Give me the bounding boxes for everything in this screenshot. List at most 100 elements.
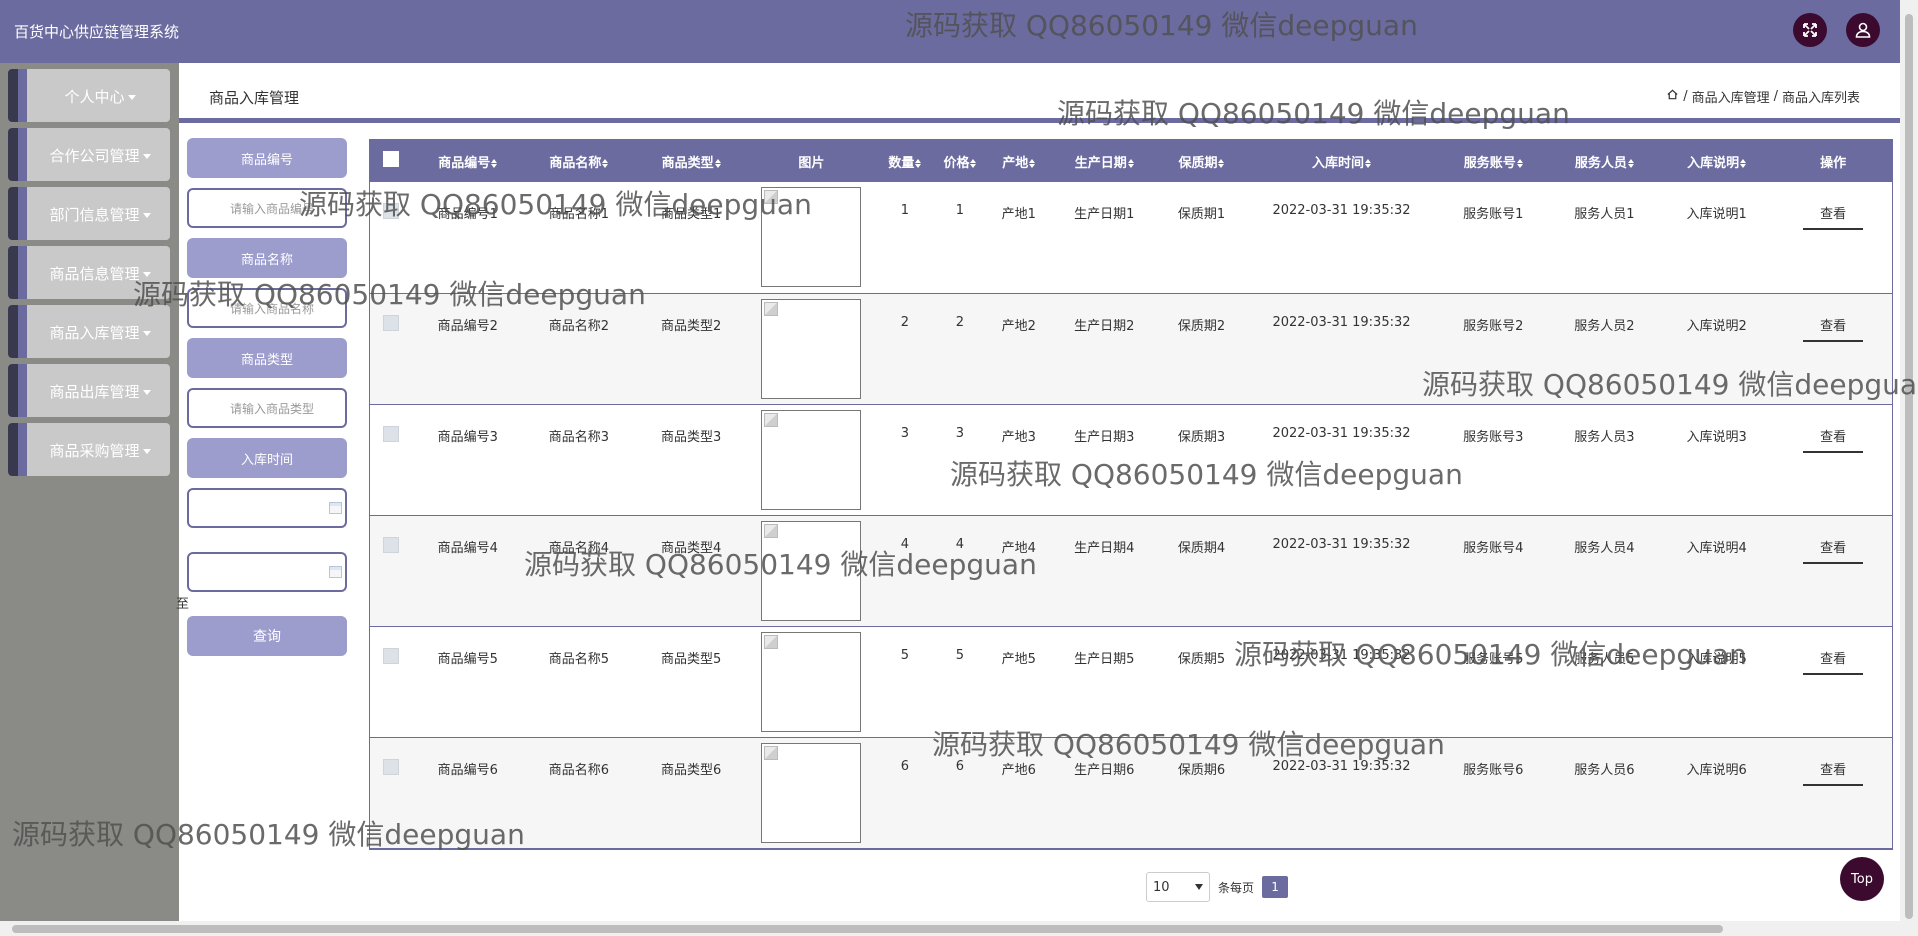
row-checkbox[interactable] — [383, 647, 400, 664]
chevron-down-icon — [142, 272, 151, 277]
column-header[interactable]: 价格 — [934, 140, 986, 182]
start-date-input[interactable] — [187, 488, 347, 528]
row-checkbox[interactable] — [383, 536, 400, 553]
table-cell: 产地4 — [1001, 540, 1036, 556]
product-image — [761, 742, 862, 843]
table-cell: 商品名称4 — [548, 540, 610, 556]
table-cell: 服务账号1 — [1463, 207, 1524, 222]
table-row: 商品编号5 商品名称5 商品类型5 5 5 产地5 生产日期5 保质期5 2022-03-31 … — [370, 626, 1892, 737]
view-button[interactable]: 查看 — [1803, 426, 1864, 453]
name-label: 商品名称 — [187, 238, 347, 278]
sidebar-item-partner-company[interactable]: 合作公司管理 — [8, 128, 170, 181]
table-cell: 服务账号2 — [1463, 318, 1524, 334]
time-label: 入库时间 — [187, 438, 347, 478]
home-icon[interactable] — [1666, 88, 1679, 105]
table-cell: 商品名称3 — [548, 429, 610, 445]
view-button[interactable]: 查看 — [1803, 537, 1864, 564]
table-row: 商品编号3 商品名称3 商品类型3 3 3 产地3 生产日期3 保质期3 2022-03-31 … — [370, 404, 1892, 515]
sidebar-item-label: 商品采购管理 — [49, 442, 140, 460]
sort-icon — [1740, 158, 1747, 168]
column-header[interactable]: 生产日期 — [1051, 140, 1157, 182]
page-title: 商品入库管理 — [209, 89, 300, 107]
end-date-input[interactable] — [187, 552, 347, 592]
view-button[interactable]: 查看 — [1803, 759, 1864, 786]
table-cell: 2022-03-31 19:35:32 — [1272, 647, 1411, 663]
product-image — [761, 298, 862, 399]
type-input[interactable]: 请输入商品类型 — [187, 388, 347, 428]
vertical-scrollbar[interactable] — [1900, 0, 1918, 936]
table-cell: 商品类型4 — [661, 540, 722, 556]
sidebar-item-product-inbound[interactable]: 商品入库管理 — [8, 305, 170, 358]
column-header[interactable]: 服务人员 — [1549, 140, 1659, 182]
chevron-down-icon — [1195, 884, 1203, 890]
sidebar-item-label: 商品出库管理 — [49, 383, 140, 401]
sidebar-item-label: 个人中心 — [64, 88, 125, 106]
row-checkbox[interactable] — [383, 203, 400, 219]
product-image — [761, 187, 862, 287]
table-cell: 服务人员4 — [1574, 540, 1635, 556]
table-cell: 服务人员1 — [1574, 207, 1635, 222]
column-header[interactable]: 产地 — [985, 140, 1052, 182]
table-cell: 生产日期1 — [1074, 207, 1135, 222]
row-checkbox[interactable] — [383, 758, 400, 775]
chevron-down-icon — [142, 213, 151, 218]
search-button[interactable]: 查询 — [187, 616, 347, 656]
sidebar-item-product-purchase[interactable]: 商品采购管理 — [8, 423, 170, 476]
chevron-down-icon — [142, 449, 151, 454]
column-header[interactable]: 服务账号 — [1436, 140, 1550, 182]
column-header[interactable]: 入库时间 — [1246, 140, 1437, 182]
per-page-label: 条每页 — [1218, 880, 1255, 895]
table-cell: 保质期3 — [1177, 429, 1226, 445]
page-size-select[interactable]: 10 — [1146, 872, 1210, 902]
sort-icon — [1627, 158, 1634, 168]
name-input[interactable]: 请输入商品名称 — [187, 288, 347, 328]
table-cell: 服务人员2 — [1574, 318, 1635, 334]
top-header: 百货中心供应链管理系统 — [0, 0, 1900, 63]
user-avatar-icon[interactable] — [1846, 13, 1880, 47]
table-cell: 服务人员3 — [1574, 429, 1635, 445]
breadcrumb-item-current: 商品入库列表 — [1781, 91, 1860, 106]
column-header[interactable]: 数量 — [875, 140, 935, 182]
table-cell: 生产日期5 — [1074, 651, 1135, 667]
table-cell: 保质期5 — [1177, 651, 1226, 667]
table-cell: 商品编号4 — [437, 540, 498, 556]
row-checkbox[interactable] — [383, 314, 400, 331]
row-checkbox[interactable] — [383, 425, 400, 442]
view-button[interactable]: 查看 — [1803, 648, 1864, 675]
table-cell: 保质期1 — [1177, 207, 1226, 222]
sort-icon — [1516, 158, 1523, 168]
table-cell: 产地6 — [1001, 762, 1036, 778]
column-header[interactable]: 商品类型 — [635, 140, 748, 182]
table-cell: 入库说明5 — [1686, 651, 1747, 667]
table-row: 商品编号2 商品名称2 商品类型2 2 2 产地2 生产日期2 保质期2 2022-03-31 … — [370, 293, 1892, 404]
table-cell: 产地5 — [1001, 651, 1036, 667]
sort-icon — [714, 158, 721, 168]
table-cell: 2022-03-31 19:35:32 — [1272, 203, 1411, 218]
back-to-top-button[interactable]: Top — [1840, 857, 1884, 901]
column-header[interactable]: 商品名称 — [522, 140, 636, 182]
table-cell: 商品编号3 — [437, 429, 498, 445]
sidebar-item-product-outbound[interactable]: 商品出库管理 — [8, 364, 170, 417]
breadcrumb-item[interactable]: 商品入库管理 — [1692, 87, 1770, 106]
column-header[interactable]: 商品编号 — [412, 140, 523, 182]
type-label: 商品类型 — [187, 338, 347, 378]
sidebar-item-department[interactable]: 部门信息管理 — [8, 187, 170, 240]
select-all-checkbox[interactable] — [383, 151, 400, 167]
page-button-current[interactable]: 1 — [1262, 876, 1289, 898]
column-header[interactable]: 保质期 — [1156, 140, 1247, 182]
view-button[interactable]: 查看 — [1803, 315, 1864, 342]
horizontal-scrollbar[interactable] — [0, 921, 1900, 936]
table-cell: 服务账号3 — [1463, 429, 1524, 445]
code-input[interactable]: 请输入商品编号 — [187, 188, 347, 228]
table-cell: 产地3 — [1001, 429, 1036, 445]
column-header[interactable]: 入库说明 — [1658, 140, 1775, 182]
table-cell: 保质期6 — [1177, 762, 1226, 778]
sidebar-item-product-info[interactable]: 商品信息管理 — [8, 246, 170, 299]
sidebar-item-personal-center[interactable]: 个人中心 — [8, 69, 170, 122]
sidebar: 个人中心 合作公司管理 部门信息管理 商品信息管理 商品入库管理 商品出库管理 … — [0, 63, 179, 921]
table-cell: 2022-03-31 19:35:32 — [1272, 314, 1411, 330]
fullscreen-icon[interactable] — [1793, 13, 1827, 47]
table-cell: 5 — [900, 647, 910, 663]
table-row: 商品编号6 商品名称6 商品类型6 6 6 产地6 生产日期6 保质期6 2022-03-31 … — [370, 737, 1892, 848]
view-button[interactable]: 查看 — [1803, 203, 1864, 230]
